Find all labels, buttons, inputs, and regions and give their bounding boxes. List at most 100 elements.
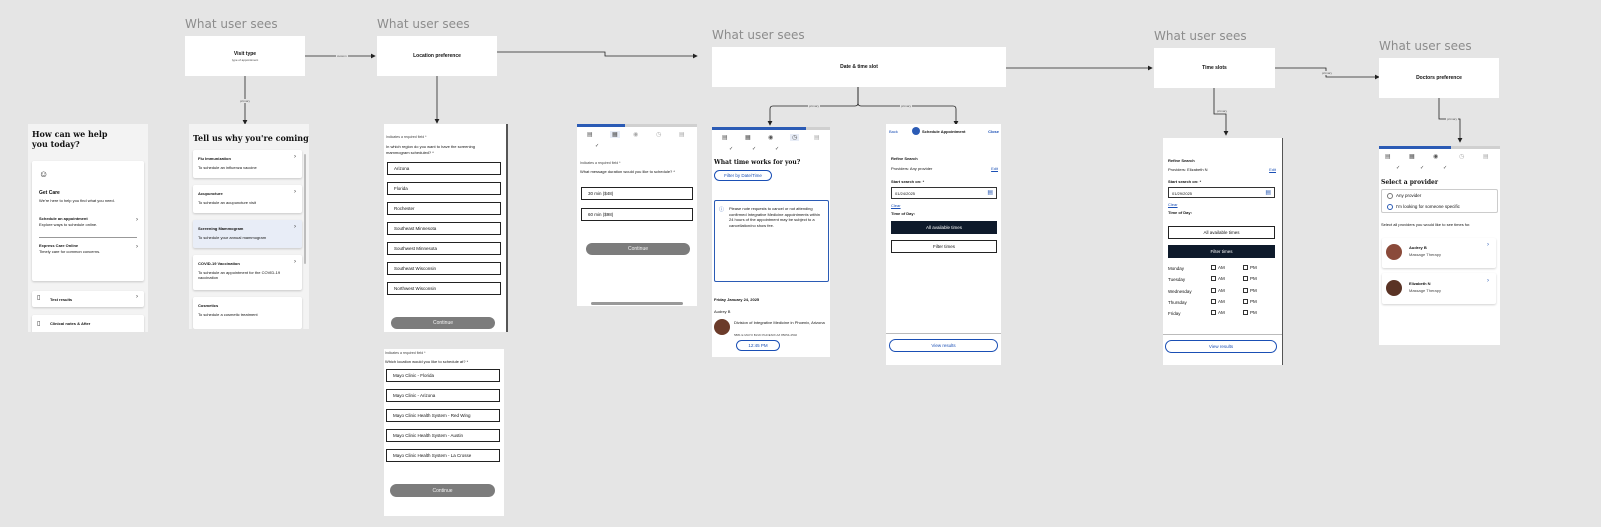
- provider-name: Audrey B: [714, 309, 731, 314]
- node-title: Visit type: [233, 50, 257, 57]
- scrollbar[interactable]: [304, 154, 306, 264]
- edge-label: primary: [239, 99, 252, 103]
- am-checkbox[interactable]: AM: [1211, 288, 1225, 294]
- section-label: What user sees: [1154, 29, 1247, 43]
- view-results-button[interactable]: View results: [889, 339, 998, 352]
- region-option[interactable]: Southeast Wisconsin: [387, 262, 501, 275]
- visit-option-card-selected[interactable]: Screening Mammogram To schedule your ann…: [193, 220, 302, 248]
- am-checkbox[interactable]: AM: [1211, 265, 1225, 271]
- pm-checkbox[interactable]: PM: [1243, 299, 1257, 305]
- all-times-button[interactable]: All available times: [891, 221, 997, 234]
- checkbox-label: AM: [1218, 288, 1225, 293]
- continue-button[interactable]: Continue: [390, 484, 495, 497]
- test-results-row[interactable]: ▯ Test results ›: [32, 291, 144, 307]
- pm-checkbox[interactable]: PM: [1243, 276, 1257, 282]
- pm-checkbox[interactable]: PM: [1243, 265, 1257, 271]
- start-date-input[interactable]: 01/29/2025 ▤: [1168, 187, 1275, 198]
- start-date-input[interactable]: 01/24/2025 ▤: [891, 187, 997, 199]
- region-option[interactable]: Florida: [387, 182, 501, 195]
- node-title: Time slots: [1202, 65, 1227, 71]
- card-title: Get Care: [39, 190, 60, 196]
- time-slot-button[interactable]: 12:45 PM: [736, 340, 780, 351]
- node-title: Location preference: [413, 53, 461, 59]
- location-option[interactable]: Mayo Clinic Health System - Austin: [386, 429, 500, 442]
- calendar-icon: ▤: [1265, 190, 1271, 196]
- region-option[interactable]: Southeast Minnesota: [387, 222, 501, 235]
- am-checkbox[interactable]: AM: [1211, 299, 1225, 305]
- node-title: Date & time slot: [840, 64, 878, 70]
- region-option[interactable]: Arizona: [387, 162, 501, 175]
- continue-button[interactable]: Continue: [391, 317, 495, 329]
- chevron-right-icon: ›: [136, 217, 138, 223]
- visit-option-card[interactable]: COVID-19 Vaccination To schedule an appo…: [193, 255, 302, 290]
- required-note: Indicates a required field *: [385, 351, 426, 355]
- schedule-appointment-link[interactable]: Schedule an appointment Explore ways to …: [39, 216, 139, 227]
- divider: [1163, 334, 1282, 335]
- chevron-right-icon: ›: [136, 294, 138, 300]
- view-results-button[interactable]: View results: [1165, 340, 1277, 353]
- chevron-right-icon: ›: [294, 224, 296, 230]
- day-label: Friday: [1168, 311, 1181, 316]
- continue-button[interactable]: Continue: [586, 243, 690, 255]
- clipboard-icon: ▦: [610, 131, 620, 138]
- refine-title: Refine Search: [891, 156, 918, 161]
- visit-option-card[interactable]: Acupuncture To schedule an acupuncture v…: [193, 185, 302, 213]
- pm-checkbox[interactable]: PM: [1243, 288, 1257, 294]
- provider-card[interactable]: Audrey B Massage Therapy ›: [1382, 238, 1496, 268]
- cancellation-notice: ⓘ Please note requests to cancel or not …: [714, 200, 829, 282]
- avatar: [1386, 244, 1402, 260]
- radio-specific-provider[interactable]: I'm looking for someone specific: [1387, 204, 1460, 210]
- express-care-link[interactable]: Express Care Online Timely care for comm…: [39, 243, 139, 254]
- progress-stepper: ▤ ▦ ◉ ◷ ▤ ✓ ✓ ✓: [712, 127, 830, 155]
- instruction-text: Select all providers you would like to s…: [1381, 222, 1471, 227]
- back-link[interactable]: Back: [889, 129, 898, 134]
- radio-circle: [1387, 193, 1393, 199]
- screen-how-can-we-help: How can we help you today? ☺ Get Care We…: [28, 124, 148, 332]
- location-option[interactable]: Mayo Clinic Health System - La Crosse: [386, 449, 500, 462]
- node-subtitle: type of appointment: [231, 57, 259, 62]
- document-icon: ▯: [37, 295, 41, 301]
- location-option[interactable]: Mayo Clinic - Florida: [386, 369, 500, 382]
- filter-date-time-button[interactable]: Filter by Date/Time: [714, 170, 772, 181]
- provider-specialty: Massage Therapy: [1409, 288, 1441, 293]
- region-option[interactable]: Northwest Wisconsin: [387, 282, 501, 295]
- location-option[interactable]: Mayo Clinic - Arizona: [386, 389, 500, 402]
- visit-option-card[interactable]: Flu Immunization To schedule an influenz…: [193, 150, 302, 178]
- am-checkbox[interactable]: AM: [1211, 276, 1225, 282]
- clock-icon: ◷: [656, 132, 662, 138]
- provider-card[interactable]: Elizabeth N Massage Therapy ›: [1382, 273, 1496, 304]
- close-link[interactable]: Close: [988, 129, 999, 134]
- duration-option[interactable]: 60 min ($98): [581, 208, 693, 221]
- row-label: Test results: [50, 297, 73, 302]
- region-option[interactable]: Rochester: [387, 202, 501, 215]
- edit-link[interactable]: Edit: [1269, 167, 1276, 172]
- edit-link[interactable]: Edit: [991, 166, 998, 171]
- check-icon: ✓: [595, 143, 600, 149]
- am-checkbox[interactable]: AM: [1211, 310, 1225, 316]
- clear-link[interactable]: Clear: [891, 203, 901, 208]
- divider: [886, 333, 1001, 334]
- modal-title: Schedule Appointment: [922, 129, 966, 134]
- checkbox-label: AM: [1218, 276, 1225, 281]
- question-label: Which location would you like to schedul…: [385, 359, 469, 364]
- pm-checkbox[interactable]: PM: [1243, 310, 1257, 316]
- option-desc: To schedule a cosmetic treatment: [198, 312, 258, 317]
- chevron-right-icon: ›: [1487, 242, 1489, 248]
- location-pin-icon: ◉: [633, 132, 639, 138]
- radio-label: Any provider: [1396, 193, 1422, 199]
- card-desc: We're here to help you find what you nee…: [39, 198, 115, 203]
- link-title: Express Care Online: [39, 243, 79, 248]
- avatar: [714, 319, 730, 335]
- radio-any-provider[interactable]: Any provider: [1387, 193, 1421, 199]
- duration-option[interactable]: 30 min ($48): [581, 187, 693, 200]
- clinical-notes-row[interactable]: ▯ Clinical notes & After: [32, 315, 144, 332]
- location-option[interactable]: Mayo Clinic Health System - Red Wing: [386, 409, 500, 422]
- filter-times-button[interactable]: Filter times: [891, 240, 997, 253]
- visit-option-card[interactable]: Cosmetics To schedule a cosmetic treatme…: [193, 297, 302, 329]
- checkbox-box: [1211, 265, 1216, 271]
- clear-link[interactable]: Clear: [1168, 202, 1178, 207]
- filter-times-button[interactable]: Filter times: [1168, 245, 1275, 258]
- region-option[interactable]: Southwest Minnesota: [387, 242, 501, 255]
- screen-duration-select: ▤ ▦ ◉ ◷ ▤ ✓ Indicates a required field *…: [577, 124, 697, 306]
- all-times-button[interactable]: All available times: [1168, 226, 1275, 239]
